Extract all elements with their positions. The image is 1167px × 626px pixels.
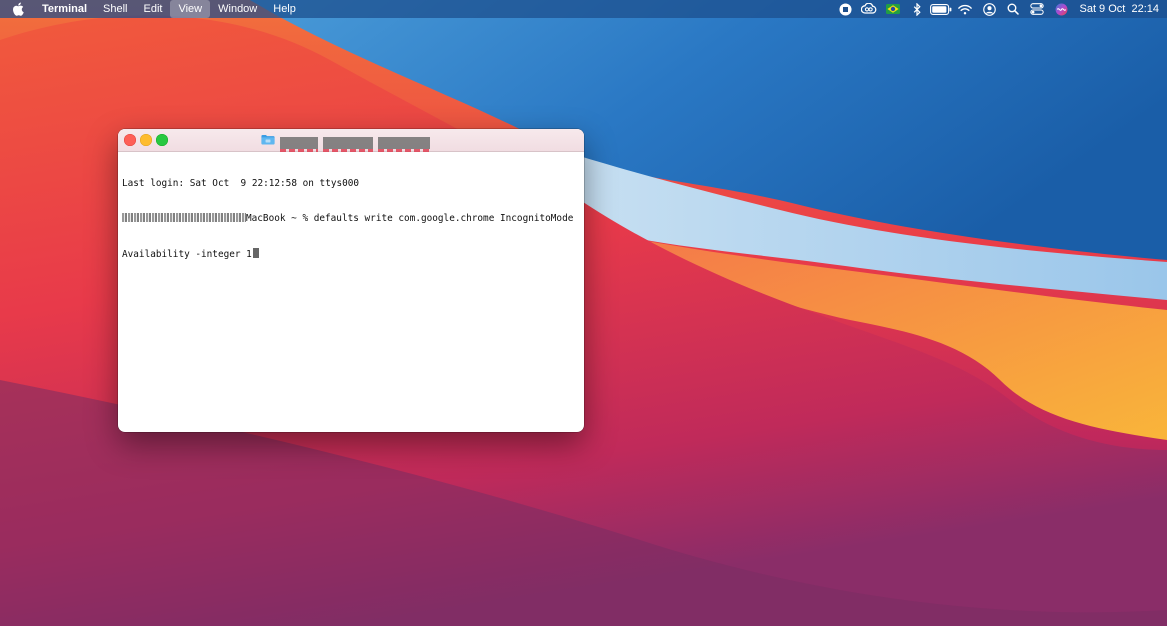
terminal-line-last-login: Last login: Sat Oct 9 22:12:58 on ttys00… <box>122 177 360 189</box>
wifi-icon[interactable] <box>953 0 977 18</box>
terminal-line-command: MacBook ~ % defaults write com.google.ch… <box>122 212 580 225</box>
apple-logo-icon[interactable] <box>0 0 36 18</box>
menu-app-terminal[interactable]: Terminal <box>36 0 95 18</box>
clock-time: 22:14 <box>1131 3 1159 15</box>
siri-icon[interactable] <box>1049 0 1073 18</box>
redacted-window-title <box>280 133 430 152</box>
menu-clock[interactable]: Sat 9 Oct 22:14 <box>1079 0 1159 18</box>
battery-icon[interactable] <box>929 0 953 18</box>
screen-record-stop-icon[interactable] <box>833 0 857 18</box>
terminal-prompt-command: MacBook ~ % defaults write com.google.ch… <box>246 212 574 224</box>
redacted-username <box>122 212 246 222</box>
control-center-icon[interactable] <box>1025 0 1049 18</box>
terminal-window[interactable]: Last login: Sat Oct 9 22:12:58 on ttys00… <box>118 129 584 432</box>
spotlight-search-icon[interactable] <box>1001 0 1025 18</box>
brazil-flag-icon[interactable] <box>881 0 905 18</box>
user-account-icon[interactable] <box>977 0 1001 18</box>
window-minimize-button[interactable] <box>140 134 152 146</box>
menu-bar: Terminal Shell Edit View Window Help Sat… <box>0 0 1167 18</box>
menu-help[interactable]: Help <box>265 0 304 18</box>
creative-cloud-icon[interactable] <box>857 0 881 18</box>
terminal-title-bar[interactable] <box>118 129 584 152</box>
menu-shell[interactable]: Shell <box>95 0 135 18</box>
terminal-line-command-cont: Availability -integer 1 <box>122 248 580 260</box>
clock-date: Sat 9 Oct <box>1079 3 1126 15</box>
terminal-command-continuation: Availability -integer 1 <box>122 249 252 261</box>
text-cursor <box>252 248 259 259</box>
window-zoom-button[interactable] <box>156 134 168 146</box>
terminal-output[interactable]: Last login: Sat Oct 9 22:12:58 on ttys00… <box>118 152 584 286</box>
menu-edit[interactable]: Edit <box>136 0 171 18</box>
folder-icon <box>261 132 275 150</box>
window-title <box>261 132 430 152</box>
menu-view[interactable]: View <box>170 0 211 18</box>
bluetooth-icon[interactable] <box>905 0 929 18</box>
window-close-button[interactable] <box>124 134 136 146</box>
menu-window[interactable]: Window <box>210 0 265 18</box>
